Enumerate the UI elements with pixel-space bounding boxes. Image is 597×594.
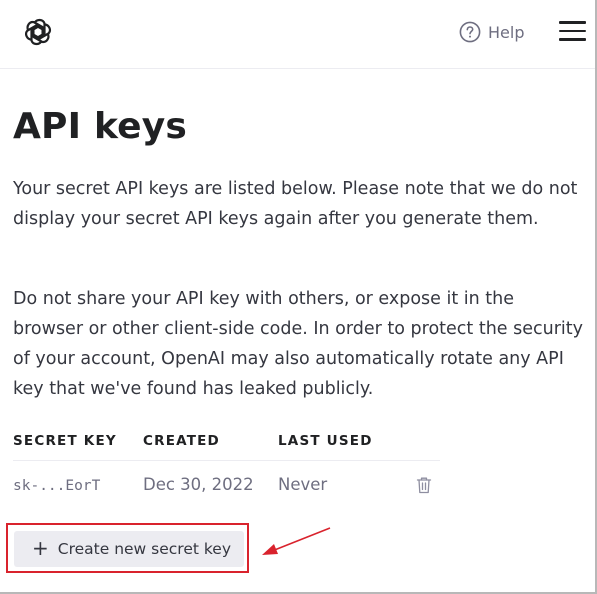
top-navigation-bar: Help (0, 0, 595, 69)
created-date: Dec 30, 2022 (143, 475, 254, 494)
secret-key-value: sk-...EorT (13, 478, 101, 494)
page-title: API keys (13, 106, 188, 147)
annotation-arrow-icon (262, 527, 331, 555)
column-header-created: CREATED (143, 433, 220, 449)
security-paragraph: Do not share your API key with others, o… (13, 289, 583, 399)
help-link[interactable]: Help (459, 20, 524, 44)
question-circle-icon (459, 21, 481, 43)
page-frame: Help API keys Your secret API keys are l… (0, 0, 597, 594)
create-button-label: Create new secret key (57, 540, 231, 558)
api-keys-table: SECRET KEY CREATED LAST USED sk-...EorT … (13, 428, 440, 509)
menu-bar (559, 21, 586, 24)
help-label: Help (488, 22, 525, 42)
create-new-secret-key-button[interactable]: + Create new secret key (14, 531, 244, 567)
trash-icon[interactable] (416, 476, 432, 494)
column-header-last-used: LAST USED (278, 433, 373, 449)
table-row: sk-...EorT Dec 30, 2022 Never (13, 461, 440, 509)
hamburger-menu-icon[interactable] (559, 20, 587, 42)
plus-icon: + (32, 536, 49, 560)
intro-paragraph: Your secret API keys are listed below. P… (13, 179, 578, 229)
highlight-box: + Create new secret key (6, 523, 249, 573)
column-header-secret-key: SECRET KEY (13, 433, 117, 449)
table-header: SECRET KEY CREATED LAST USED (13, 428, 440, 461)
openai-logo-icon[interactable] (22, 16, 54, 48)
menu-bar (559, 38, 586, 41)
last-used-value: Never (278, 475, 328, 494)
menu-bar (559, 29, 586, 33)
